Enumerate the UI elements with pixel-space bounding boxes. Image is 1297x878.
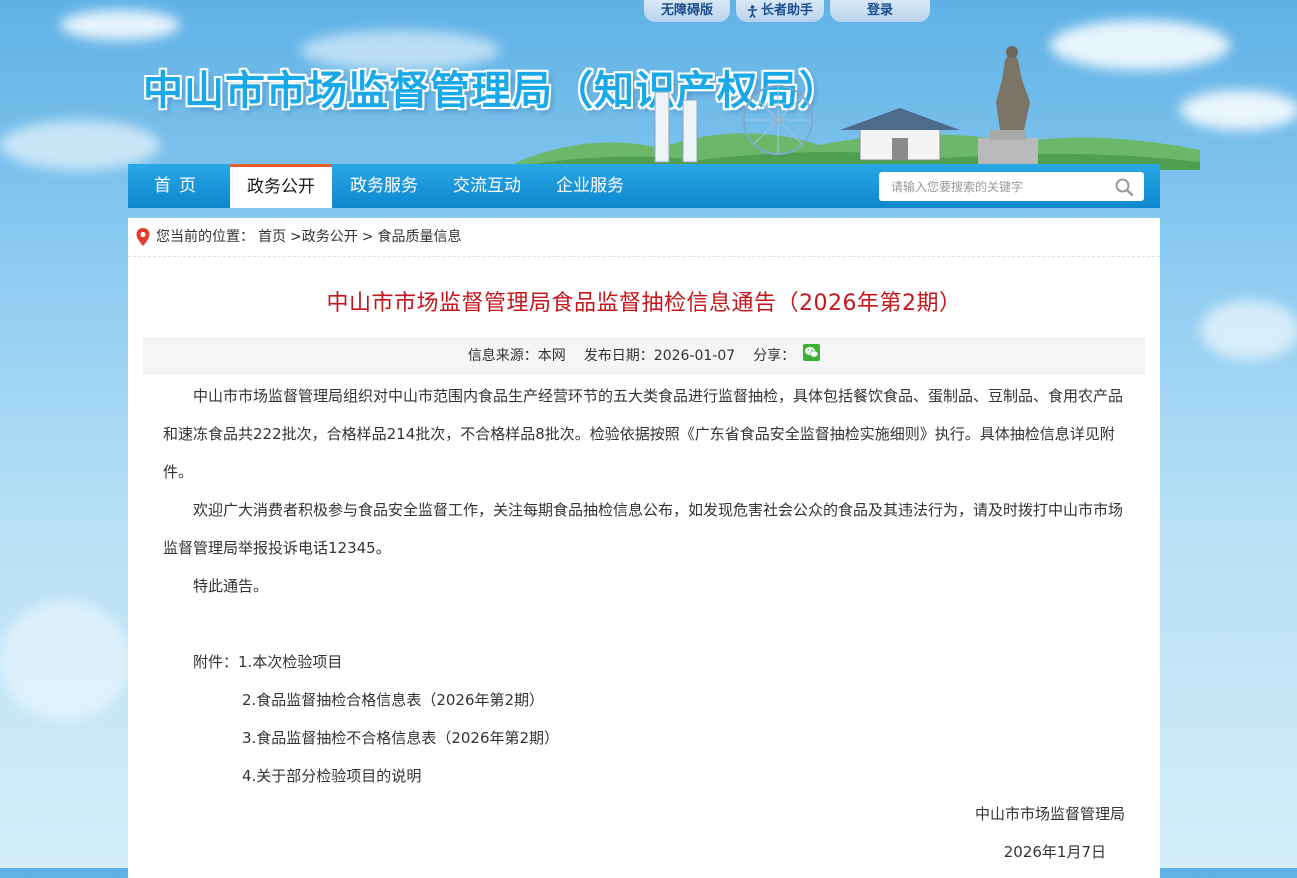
breadcrumb-separator: > — [361, 229, 374, 245]
attachment-link[interactable]: 3.食品监督抽检不合格信息表（2026年第2期） — [163, 719, 1125, 757]
nav-item-government-services[interactable]: 政务服务 — [333, 164, 435, 208]
elder-helper-label: 长者助手 — [760, 3, 813, 18]
city-skyline-illustration — [500, 46, 1200, 170]
sign-date: 2026年1月7日 — [1003, 843, 1106, 861]
attachment-label: 附件： — [193, 653, 239, 671]
attachment-row: 附件：1.本次检验项目 — [163, 643, 1125, 681]
paragraph: 特此通告。 — [193, 577, 269, 595]
main-panel: 您当前的位置： 首页 >政务公开 > 食品质量信息 中山市市场监督管理局食品监督… — [128, 218, 1160, 878]
search-box — [879, 172, 1144, 201]
elder-helper-button[interactable]: 长者助手 — [736, 0, 824, 22]
login-button[interactable]: 登录 — [830, 0, 930, 22]
wechat-icon[interactable] — [803, 343, 821, 361]
article-date: 发布日期：2026-01-07 — [583, 348, 736, 364]
article-body: 中山市市场监督管理局组织对中山市范围内食品生产经营环节的五大类食品进行监督抽检，… — [128, 377, 1160, 871]
nav-item-home[interactable]: 首页 — [129, 164, 229, 208]
article-title: 中山市市场监督管理局食品监督抽检信息通告（2026年第2期） — [326, 291, 962, 316]
utility-bar: 无障碍版 长者助手 登录 — [644, 0, 930, 22]
nav-item-interaction[interactable]: 交流互动 — [436, 164, 538, 208]
breadcrumb-food-quality[interactable]: 食品质量信息 — [377, 218, 461, 256]
paragraph: 欢迎广大消费者积极参与食品安全监督工作，关注每期食品抽检信息公布，如发现危害社会… — [163, 501, 1124, 557]
breadcrumb: 您当前的位置： 首页 >政务公开 > 食品质量信息 — [128, 218, 1160, 257]
breadcrumb-prefix: 您当前的位置： — [156, 229, 254, 245]
search-icon[interactable] — [1114, 177, 1134, 197]
article-source: 信息来源：本网 — [467, 348, 566, 364]
nav-item-government-affairs[interactable]: 政务公开 — [230, 164, 332, 208]
accessibility-button[interactable]: 无障碍版 — [644, 0, 730, 22]
share-label: 分享： — [753, 348, 796, 364]
article-meta: 信息来源：本网 发布日期：2026-01-07 分享： — [143, 337, 1145, 375]
search-input[interactable] — [889, 178, 1103, 195]
location-pin-icon — [136, 228, 150, 246]
breadcrumb-government-affairs[interactable]: >政务公开 — [290, 218, 358, 256]
attachment-link[interactable]: 2.食品监督抽检合格信息表（2026年第2期） — [163, 681, 1125, 719]
breadcrumb-home[interactable]: 首页 — [258, 218, 286, 256]
nav-item-enterprise-services[interactable]: 企业服务 — [539, 164, 641, 208]
main-nav: 首页 政务公开 政务服务 交流互动 企业服务 — [128, 164, 1160, 208]
attachment-link[interactable]: 1.本次检验项目 — [238, 653, 342, 671]
attachment-link[interactable]: 4.关于部分检验项目的说明 — [163, 757, 1125, 795]
accessibility-person-icon — [747, 4, 757, 18]
signature: 中山市市场监督管理局 — [974, 805, 1125, 823]
paragraph: 中山市市场监督管理局组织对中山市范围内食品生产经营环节的五大类食品进行监督抽检，… — [163, 387, 1124, 481]
